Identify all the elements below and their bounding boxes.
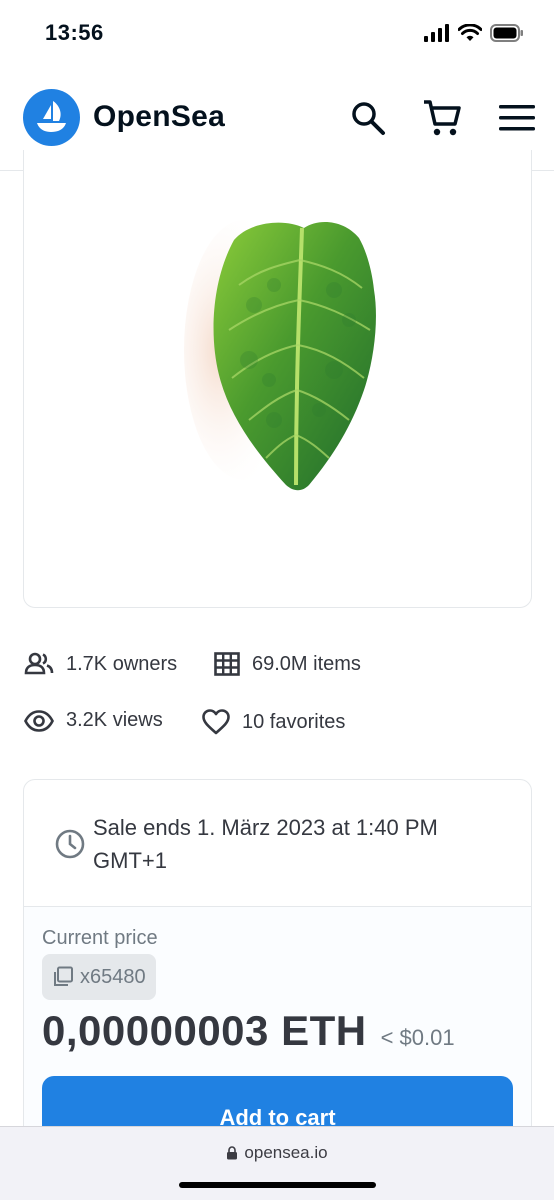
quantity-value: x65480: [80, 965, 146, 988]
heart-icon: [202, 709, 230, 735]
battery-icon: [490, 24, 523, 42]
copies-icon: [54, 966, 73, 986]
usd-price: < $0.01: [380, 1025, 455, 1050]
quantity-badge: x65480: [42, 954, 156, 1000]
url-display[interactable]: opensea.io: [0, 1143, 554, 1163]
cart-button[interactable]: [420, 96, 464, 140]
hamburger-menu-icon: [499, 105, 535, 131]
status-bar: 13:56: [0, 0, 554, 70]
url-text: opensea.io: [244, 1143, 328, 1162]
brand-name[interactable]: OpenSea: [93, 100, 225, 134]
items-stat[interactable]: 69.0M items: [214, 652, 361, 676]
items-count: 69.0M items: [252, 652, 361, 675]
browser-address-bar[interactable]: opensea.io: [0, 1126, 554, 1200]
cellular-signal-icon: [424, 24, 449, 42]
eth-price: 0,00000003 ETH: [42, 1007, 367, 1054]
owners-icon: [24, 652, 54, 675]
status-icons: [424, 24, 524, 42]
current-price-label: Current price: [42, 927, 158, 949]
opensea-mobile-page: 13:56 OpenSea 1.7K owners 69.0M items 3.…: [0, 0, 554, 1200]
opensea-logo-icon[interactable]: [23, 89, 80, 146]
wifi-icon: [458, 24, 482, 41]
nft-media-card[interactable]: [23, 150, 532, 608]
favorites-stat[interactable]: 10 favorites: [202, 709, 345, 735]
views-stat: 3.2K views: [24, 709, 163, 732]
sale-end-section: Sale ends 1. März 2023 at 1:40 PM GMT+1: [24, 780, 531, 907]
views-count: 3.2K views: [66, 709, 163, 731]
owners-count: 1.7K owners: [66, 652, 178, 675]
eye-icon: [24, 709, 54, 732]
clock-icon: [55, 829, 85, 859]
grid-icon: [214, 652, 240, 676]
owners-stat[interactable]: 1.7K owners: [24, 652, 177, 676]
price-row: 0,00000003 ETH < $0.01: [42, 1007, 455, 1055]
favorites-count: 10 favorites: [242, 710, 346, 733]
menu-button[interactable]: [495, 96, 539, 140]
status-time: 13:56: [45, 20, 104, 45]
lock-icon: [227, 1146, 238, 1160]
search-button[interactable]: [346, 96, 390, 140]
cart-icon: [424, 100, 461, 136]
search-icon: [352, 102, 385, 135]
home-indicator[interactable]: [179, 1182, 376, 1188]
mint-leaf-image: [184, 220, 376, 491]
sale-end-text: Sale ends 1. März 2023 at 1:40 PM GMT+1: [93, 815, 438, 873]
